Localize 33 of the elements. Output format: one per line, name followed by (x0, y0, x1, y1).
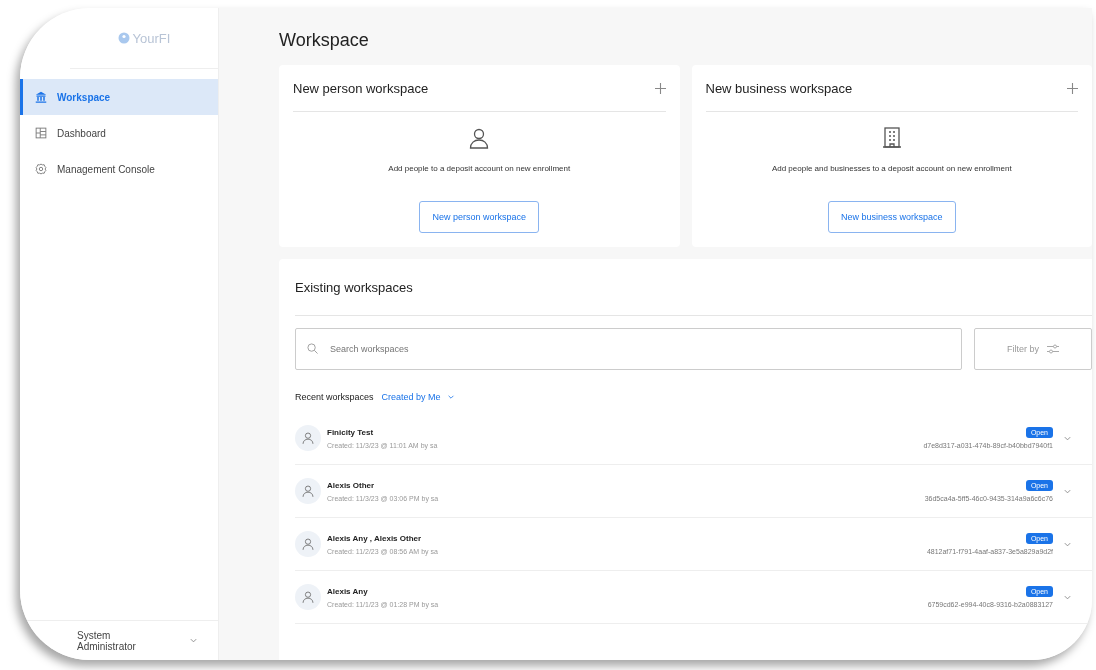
plus-icon[interactable] (654, 82, 666, 94)
user-menu[interactable]: System Administrator (20, 620, 218, 660)
workspace-name[interactable]: Finicity Test (327, 427, 924, 437)
section-title: Existing workspaces (295, 279, 413, 295)
avatar-icon (295, 531, 321, 557)
card-description: Add people to a deposit account on new enrollment (388, 164, 571, 173)
search-field[interactable]: Search workspaces (295, 328, 962, 370)
chevron-down-icon (446, 393, 455, 401)
avatar-icon (295, 584, 321, 610)
settings-icon (35, 163, 47, 175)
avatar-icon (295, 478, 321, 504)
plus-icon[interactable] (1067, 82, 1078, 94)
logo-icon (117, 32, 130, 44)
card-title: New business workspace (705, 80, 853, 96)
workspace-name[interactable]: Alexis Any , Alexis Other (327, 533, 927, 543)
sliders-icon (1047, 344, 1059, 354)
card-description: Add people and businesses to a deposit account on new enrollment (771, 164, 1012, 173)
workspace-name[interactable]: Alexis Other (327, 480, 925, 490)
avatar-icon (295, 425, 321, 451)
sidebar-item[interactable]: Management Console (20, 151, 218, 187)
card-title: New person workspace (293, 80, 429, 96)
recent-label: Recent workspaces (295, 392, 374, 402)
new-workspace-button[interactable]: New person workspace (419, 201, 539, 233)
chevron-down-icon (189, 636, 198, 645)
scope-dropdown[interactable]: Created by Me (381, 392, 455, 402)
bank-icon (35, 91, 47, 103)
new-workspace-button[interactable]: New business workspace (827, 201, 956, 233)
page-title: Workspace (279, 30, 370, 51)
dashboard-icon (35, 127, 47, 139)
sidebar-item[interactable]: Dashboard (20, 115, 218, 151)
sidebar-item[interactable]: Workspace (20, 79, 218, 115)
logo-text: YourFI (132, 30, 171, 46)
workspace-name[interactable]: Alexis Any (327, 586, 928, 596)
